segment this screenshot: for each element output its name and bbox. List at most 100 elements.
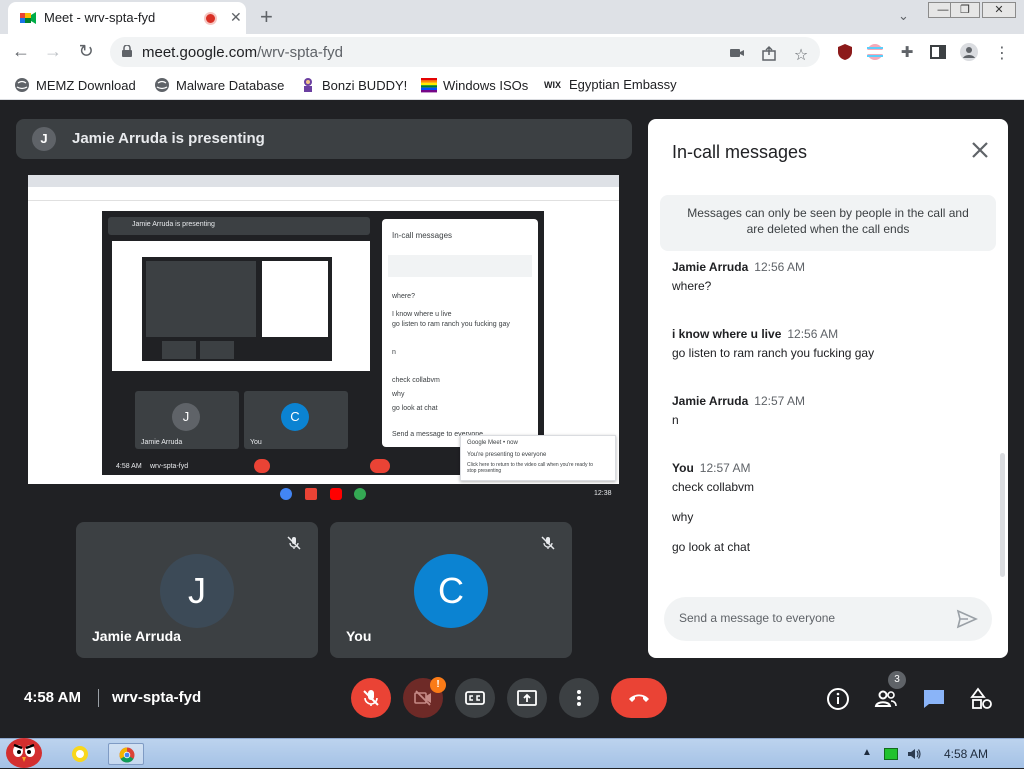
- shared-chrome-icon: [280, 488, 292, 500]
- shared-tile-you: C You: [244, 391, 348, 449]
- more-options-button[interactable]: [559, 678, 599, 718]
- browser-tab-meet[interactable]: Meet - wrv-spta-fyd ✕: [8, 2, 246, 34]
- start-button-icon[interactable]: [0, 731, 52, 769]
- flag-extension-icon[interactable]: [866, 43, 884, 61]
- presenter-avatar: J: [32, 127, 56, 151]
- shared-chat-line: why: [392, 391, 405, 398]
- more-vertical-icon: [577, 690, 581, 706]
- tray-chevron-icon[interactable]: ▲: [862, 747, 872, 758]
- shared-nested-tile: [162, 341, 196, 359]
- forward-arrow-icon[interactable]: →: [42, 41, 64, 62]
- reload-icon[interactable]: ↻: [75, 41, 97, 62]
- activities-icon[interactable]: [970, 687, 994, 711]
- bookmark-memz[interactable]: MEMZ Download: [14, 77, 136, 93]
- shared-gmail-icon: [305, 488, 317, 500]
- browser-menu-icon[interactable]: ⋮: [993, 43, 1011, 62]
- chat-message-sender: Jamie Arruda 12:57 AM: [672, 394, 805, 408]
- participant-tile-jamie[interactable]: J Jamie Arruda: [76, 522, 318, 658]
- mic-toggle-button[interactable]: [351, 678, 391, 718]
- bookmark-label: Bonzi BUDDY!: [322, 77, 408, 93]
- shared-mic-button: [254, 459, 270, 473]
- shared-chat-line: go listen to ram ranch you fucking gay: [392, 321, 510, 328]
- bookmark-star-icon[interactable]: ☆: [792, 45, 810, 64]
- bookmark-label: Egyptian Embassy: [569, 77, 677, 92]
- bookmark-egyptian-embassy[interactable]: WIX Egyptian Embassy: [544, 77, 677, 92]
- sender-name: Jamie Arruda: [672, 394, 749, 408]
- chat-message-input[interactable]: Send a message to everyone: [664, 597, 992, 641]
- wix-icon: WIX: [544, 79, 561, 90]
- side-panel-icon[interactable]: [929, 43, 947, 61]
- chat-title: In-call messages: [672, 142, 808, 162]
- shared-tab-strip: [28, 175, 619, 187]
- participant-name: Jamie Arruda: [92, 628, 181, 644]
- chat-message-sender: You 12:57 AM: [672, 461, 750, 475]
- chat-scrollbar[interactable]: [1000, 453, 1005, 577]
- back-arrow-icon[interactable]: ←: [10, 41, 32, 62]
- presenter-banner: J Jamie Arruda is presenting: [16, 119, 632, 159]
- bookmark-label: Malware Database: [176, 77, 285, 93]
- participant-avatar: J: [160, 554, 234, 628]
- participant-tile-you[interactable]: C You: [330, 522, 572, 658]
- close-window-button[interactable]: ✕: [982, 2, 1016, 18]
- participant-avatar: C: [414, 554, 488, 628]
- captions-button[interactable]: [455, 678, 495, 718]
- popup-line2: Click here to return to the video call w…: [467, 462, 594, 474]
- mic-off-icon: [541, 536, 555, 550]
- people-icon[interactable]: [874, 687, 898, 711]
- shared-inner-code: wrv-spta-fyd: [150, 463, 189, 470]
- clock-divider: [98, 689, 99, 707]
- shared-nested-meet: [142, 257, 332, 361]
- bookmark-malware-database[interactable]: Malware Database: [154, 77, 284, 93]
- address-bar[interactable]: meet.google.com/wrv-spta-fyd ☆: [110, 37, 820, 67]
- tab-close-icon[interactable]: ✕: [230, 9, 242, 26]
- shared-chat-line: n: [392, 349, 396, 356]
- chat-message-sender: Jamie Arruda 12:56 AM: [672, 260, 805, 274]
- browser-toolbar: ← → ↻ meet.google.com/wrv-spta-fyd ☆ 9 ✚…: [0, 34, 1024, 98]
- sender-name: Jamie Arruda: [672, 260, 749, 274]
- shared-youtube-icon: [330, 488, 342, 500]
- presenter-text: Jamie Arruda is presenting: [72, 130, 265, 147]
- tray-battery-icon[interactable]: [884, 748, 898, 760]
- share-icon[interactable]: [760, 45, 778, 61]
- shared-address-bar: [28, 187, 619, 201]
- send-icon[interactable]: [956, 609, 978, 629]
- globe-icon: [15, 78, 29, 92]
- chat-notice: Messages can only be seen by people in t…: [660, 195, 996, 251]
- tray-volume-icon[interactable]: [906, 746, 922, 762]
- chrome-taskbar-button[interactable]: [108, 743, 144, 765]
- close-icon[interactable]: [970, 140, 990, 160]
- chat-icon[interactable]: [922, 687, 946, 711]
- present-screen-button[interactable]: [507, 678, 547, 718]
- bookmark-windows-isos[interactable]: Windows ISOs: [421, 77, 528, 93]
- extension-shield-icon[interactable]: [836, 43, 854, 61]
- leave-call-button[interactable]: [611, 678, 667, 718]
- rainbow-flag-icon: [421, 78, 437, 93]
- shared-presenter-text: Jamie Arruda is presenting: [132, 221, 215, 228]
- meeting-info-icon[interactable]: [826, 687, 850, 711]
- profile-avatar-icon[interactable]: [960, 43, 978, 61]
- tray-clock[interactable]: 4:58 AM: [944, 747, 988, 761]
- shared-screen-taskbar: 12:38: [28, 484, 619, 504]
- extensions-puzzle-icon[interactable]: ✚: [898, 43, 916, 61]
- globe-icon: [155, 78, 169, 92]
- popup-line1: You're presenting to everyone: [467, 452, 547, 458]
- explorer-taskbar-icon[interactable]: [62, 743, 98, 765]
- sender-name: i know where u live: [672, 327, 782, 341]
- chat-message-text: where?: [672, 279, 712, 293]
- mic-off-icon: [287, 536, 301, 550]
- restore-window-button[interactable]: ❐: [950, 2, 980, 18]
- bookmark-label: MEMZ Download: [36, 77, 136, 93]
- participant-name: You: [346, 628, 372, 644]
- message-time: 12:57 AM: [754, 394, 805, 408]
- shared-screen-view[interactable]: Jamie Arruda is presenting J Jamie Arrud…: [28, 175, 619, 484]
- chat-message-text: n: [672, 413, 679, 427]
- tab-search-chevron-icon[interactable]: ⌄: [898, 8, 909, 24]
- new-tab-button[interactable]: +: [260, 4, 273, 30]
- message-time: 12:57 AM: [699, 461, 751, 475]
- camera-in-use-icon[interactable]: [728, 45, 746, 61]
- shared-chat-notice: [388, 255, 532, 277]
- shared-tile-avatar: J: [172, 403, 200, 431]
- shared-chat-line: I know where u live: [392, 311, 452, 318]
- bookmark-bonzi-buddy[interactable]: Bonzi BUDDY!: [300, 77, 407, 93]
- shared-tile-name: You: [250, 439, 262, 446]
